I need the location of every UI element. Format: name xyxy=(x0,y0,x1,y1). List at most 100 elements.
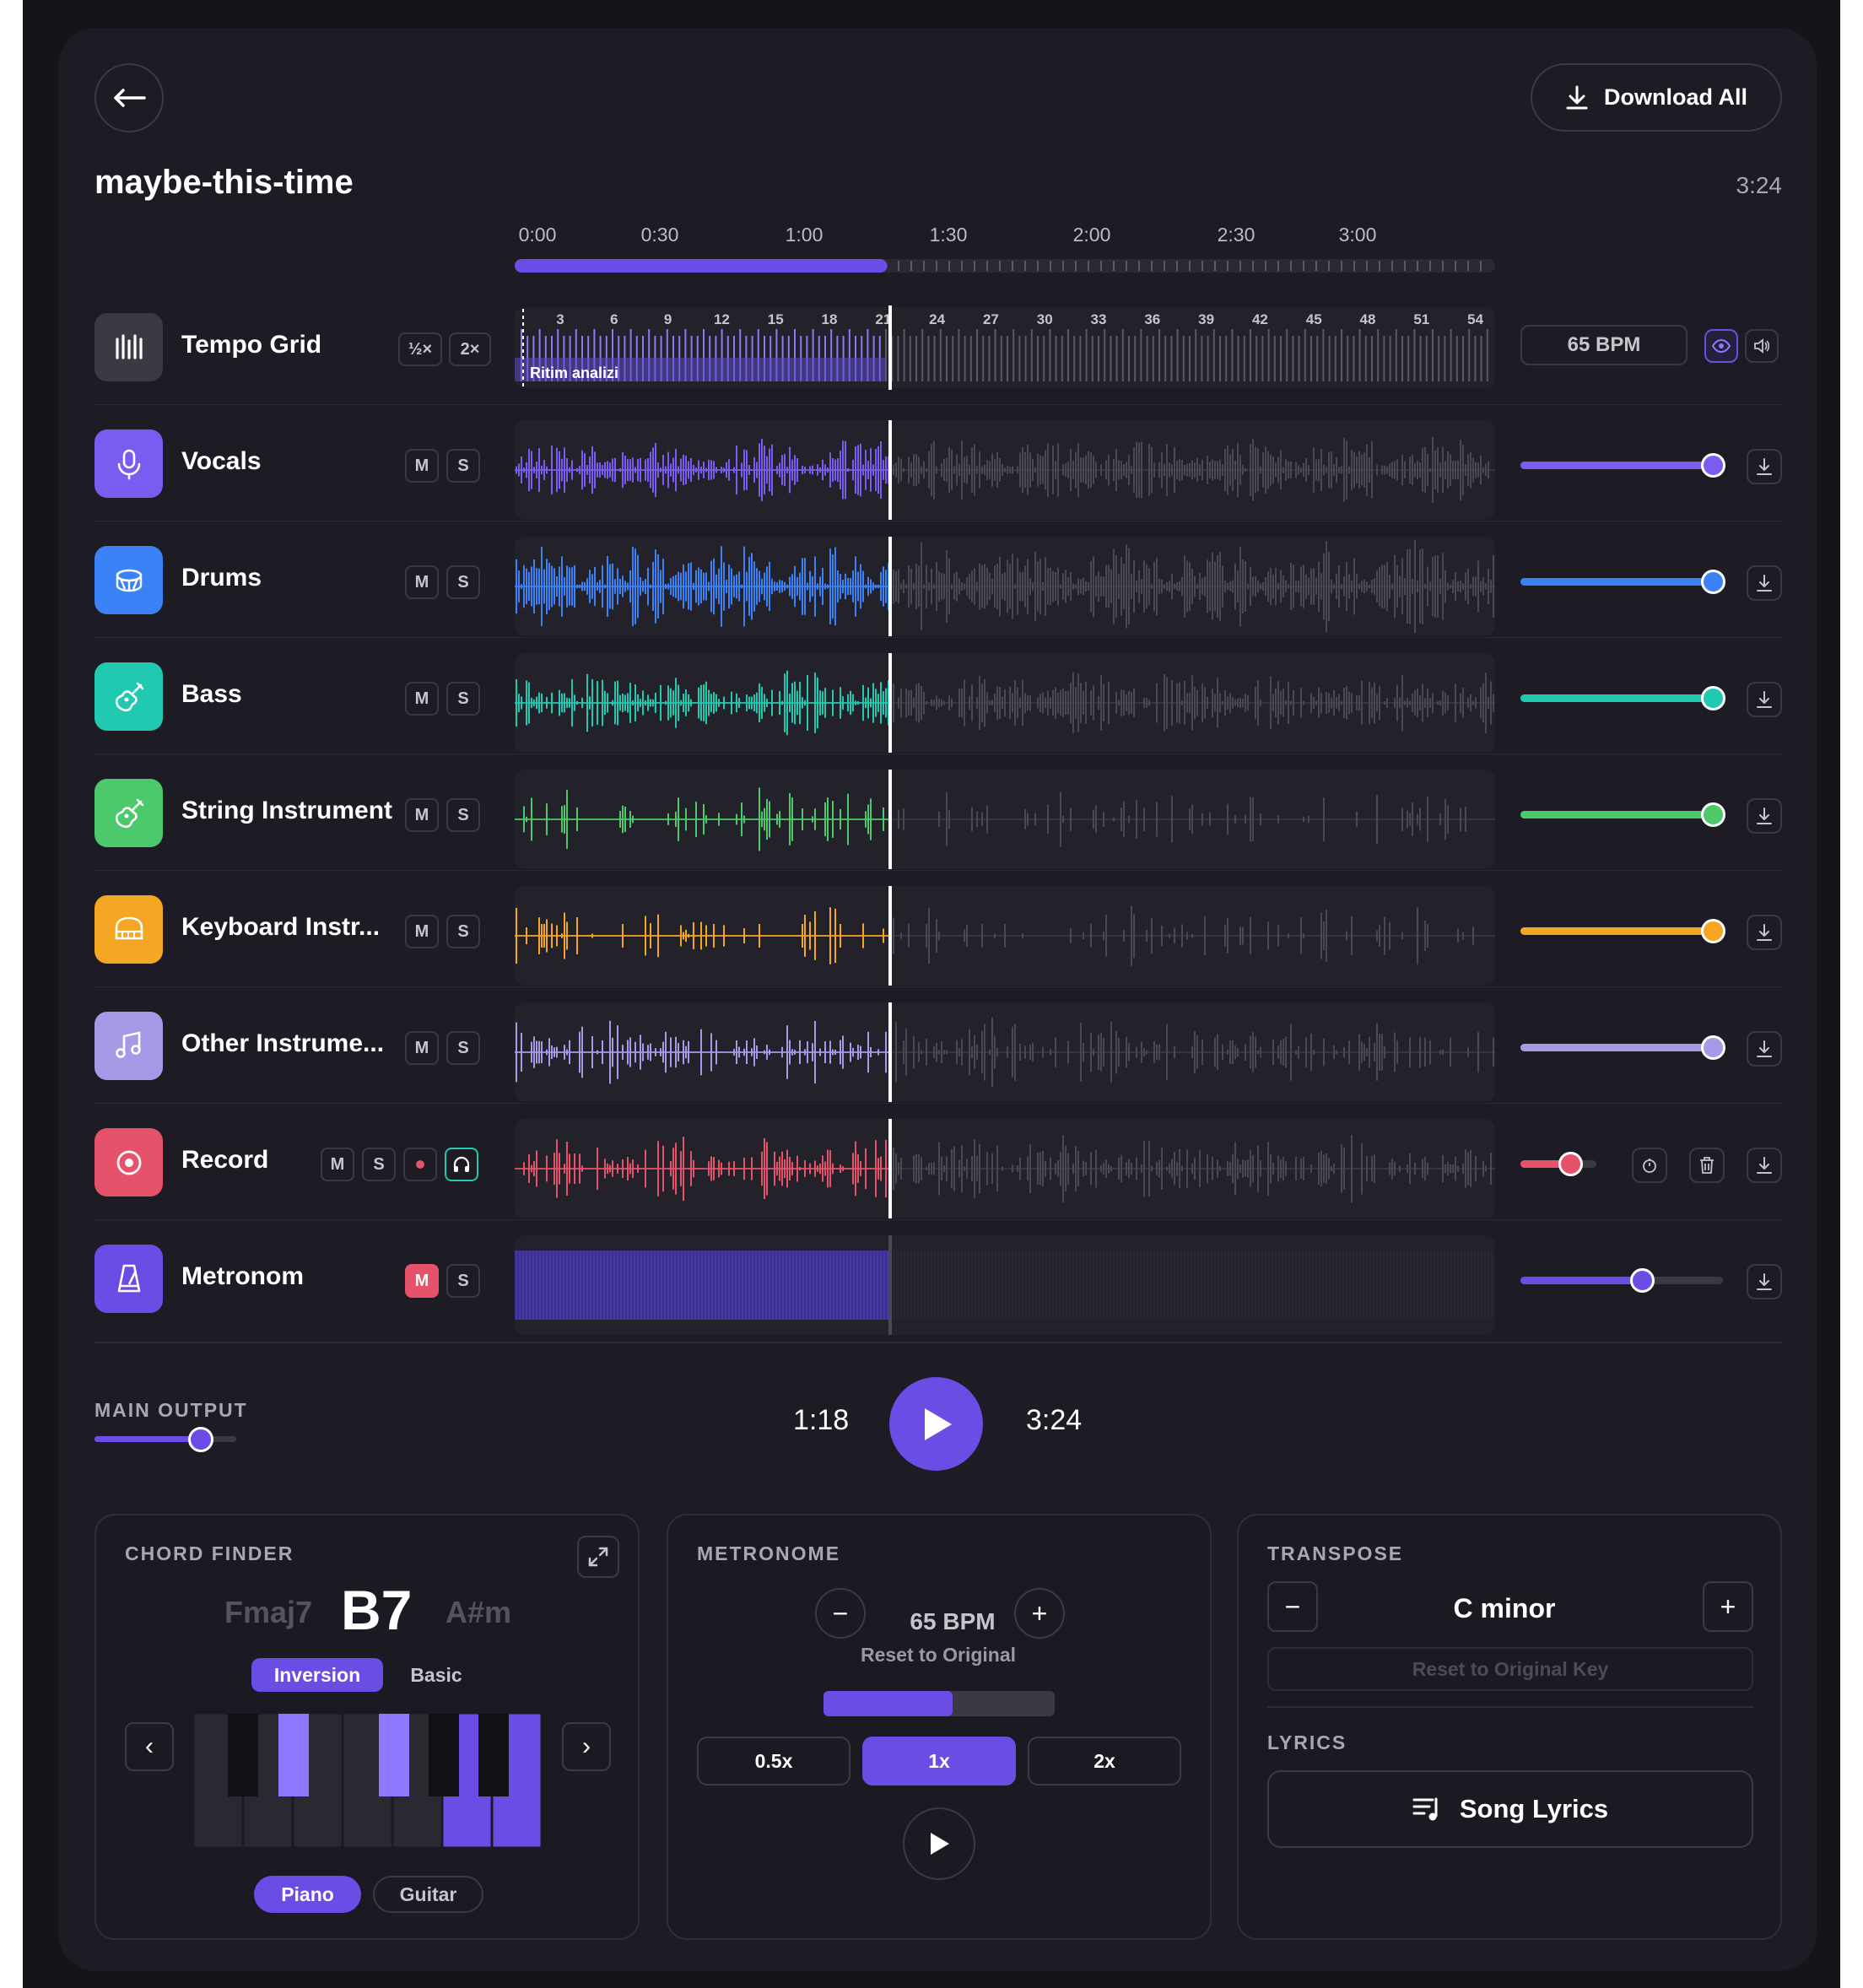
volume-knob[interactable] xyxy=(1701,919,1725,943)
monitor-button[interactable] xyxy=(445,1148,478,1181)
next-chord[interactable]: A#m xyxy=(446,1595,511,1630)
speed-button-0-5x[interactable]: 0.5x xyxy=(697,1737,850,1785)
waveform-lane[interactable] xyxy=(515,420,1495,520)
song-duration: 3:24 xyxy=(1736,172,1783,198)
track-icon-tile xyxy=(94,1012,163,1080)
volume-knob[interactable] xyxy=(1701,1035,1725,1060)
back-button[interactable] xyxy=(94,63,164,132)
main-output-knob[interactable] xyxy=(188,1427,213,1452)
download-track-button[interactable] xyxy=(1747,798,1782,834)
solo-button[interactable]: S xyxy=(446,798,480,832)
download-track-button[interactable] xyxy=(1747,915,1782,950)
download-track-button[interactable] xyxy=(1747,565,1782,601)
inversion-toggle[interactable]: Inversion xyxy=(251,1658,383,1692)
timer-icon xyxy=(1643,1159,1656,1173)
reset-key-button[interactable]: Reset to Original Key xyxy=(1267,1647,1753,1691)
mute-button[interactable]: M xyxy=(405,915,439,948)
solo-button[interactable]: S xyxy=(446,1264,480,1298)
black-key[interactable] xyxy=(228,1714,258,1796)
prev-chord[interactable]: Fmaj7 xyxy=(224,1595,312,1630)
waveform-lane[interactable] xyxy=(515,653,1495,753)
song-lyrics-button[interactable]: Song Lyrics xyxy=(1267,1770,1753,1848)
mute-button[interactable]: M xyxy=(321,1148,354,1181)
volume-slider[interactable] xyxy=(1520,802,1725,827)
mute-button[interactable]: M xyxy=(405,798,439,832)
volume-slider[interactable] xyxy=(1520,1268,1723,1293)
solo-button[interactable]: S xyxy=(446,682,480,716)
solo-button[interactable]: S xyxy=(446,449,480,483)
play-button[interactable] xyxy=(889,1377,983,1471)
download-track-button[interactable] xyxy=(1747,682,1782,717)
timeline-scrubber[interactable] xyxy=(515,257,1498,274)
visibility-toggle[interactable] xyxy=(1704,329,1738,363)
black-key[interactable] xyxy=(278,1714,309,1796)
mute-button[interactable]: M xyxy=(405,565,439,599)
black-key[interactable] xyxy=(478,1714,509,1796)
transpose-down-button[interactable]: − xyxy=(1267,1581,1318,1632)
volume-slider[interactable] xyxy=(1520,686,1725,710)
solo-button[interactable]: S xyxy=(446,565,480,599)
mute-button[interactable]: M xyxy=(405,1264,439,1298)
speed-button-1x[interactable]: 1x xyxy=(862,1737,1016,1785)
piano-toggle[interactable]: Piano xyxy=(254,1876,361,1913)
basic-toggle[interactable]: Basic xyxy=(387,1658,485,1692)
volume-knob[interactable] xyxy=(1701,802,1725,827)
timer-button[interactable] xyxy=(1632,1148,1667,1183)
arm-record-button[interactable] xyxy=(403,1148,437,1181)
download-track-button[interactable] xyxy=(1747,1031,1782,1067)
tempo-grid-svg: 3 6 9 12 15 18 21 24 27 30 33 36 39 42 45 48 51 54Ritim a… xyxy=(515,309,1488,386)
tempo-icon-tile xyxy=(94,313,163,381)
prev-inversion-button[interactable]: ‹ xyxy=(125,1722,174,1771)
metronome-level-bar[interactable] xyxy=(824,1691,1055,1716)
volume-knob[interactable] xyxy=(1701,453,1725,478)
mute-button[interactable]: M xyxy=(405,1031,439,1065)
metronome-play-button[interactable] xyxy=(903,1807,975,1880)
waveform-lane[interactable] xyxy=(515,886,1495,986)
volume-slider[interactable] xyxy=(1520,1035,1725,1060)
mute-button[interactable]: M xyxy=(405,449,439,483)
expand-button[interactable] xyxy=(577,1536,619,1578)
volume-knob[interactable] xyxy=(1701,686,1725,710)
volume-knob[interactable] xyxy=(1630,1268,1655,1293)
next-inversion-button[interactable]: › xyxy=(562,1722,611,1771)
delete-button[interactable] xyxy=(1689,1148,1725,1183)
mute-button[interactable]: M xyxy=(405,682,439,716)
waveform-lane[interactable] xyxy=(515,1235,1495,1335)
download-all-button[interactable]: Download All xyxy=(1531,63,1782,132)
download-track-button[interactable] xyxy=(1747,449,1782,484)
bpm-decrease-button[interactable]: − xyxy=(815,1588,866,1639)
main-output-fill xyxy=(94,1436,201,1442)
beat-number: 51 xyxy=(1413,311,1429,327)
waveform-lane[interactable] xyxy=(515,1002,1495,1102)
volume-slider[interactable] xyxy=(1520,453,1725,478)
metronome-reset[interactable]: Reset to Original xyxy=(803,1644,1073,1667)
volume-knob[interactable] xyxy=(1701,570,1725,594)
guitar-toggle[interactable]: Guitar xyxy=(373,1876,483,1913)
track-row-keyboard-instr: Keyboard Instr... M S xyxy=(94,871,1782,987)
track-icon-tile xyxy=(94,895,163,964)
download-track-button[interactable] xyxy=(1747,1148,1782,1183)
volume-knob[interactable] xyxy=(1558,1152,1583,1176)
black-key[interactable] xyxy=(379,1714,409,1796)
half-tempo-button[interactable]: ½× xyxy=(398,332,442,366)
bpm-increase-button[interactable]: + xyxy=(1014,1588,1065,1639)
chevron-left-icon: ‹ xyxy=(145,1732,154,1760)
double-tempo-button[interactable]: 2× xyxy=(449,332,491,366)
volume-slider[interactable] xyxy=(1520,919,1725,943)
solo-button[interactable]: S xyxy=(446,1031,480,1065)
volume-slider[interactable] xyxy=(1520,1152,1596,1176)
tempo-grid-lane[interactable]: 3 6 9 12 15 18 21 24 27 30 33 36 39 42 45 48 51 54 Ritim a… xyxy=(515,307,1495,388)
solo-button[interactable]: S xyxy=(446,915,480,948)
piano-keyboard[interactable] xyxy=(194,1714,543,1847)
solo-button[interactable]: S xyxy=(362,1148,396,1181)
waveform-lane[interactable] xyxy=(515,537,1495,636)
waveform-lane[interactable] xyxy=(515,770,1495,869)
waveform-lane[interactable] xyxy=(515,1119,1495,1218)
main-output-slider[interactable] xyxy=(94,1427,236,1452)
click-sound-toggle[interactable] xyxy=(1745,329,1779,363)
volume-slider[interactable] xyxy=(1520,570,1725,594)
transpose-up-button[interactable]: + xyxy=(1703,1581,1753,1632)
black-key[interactable] xyxy=(429,1714,459,1796)
download-track-button[interactable] xyxy=(1747,1264,1782,1299)
speed-button-2x[interactable]: 2x xyxy=(1028,1737,1181,1785)
